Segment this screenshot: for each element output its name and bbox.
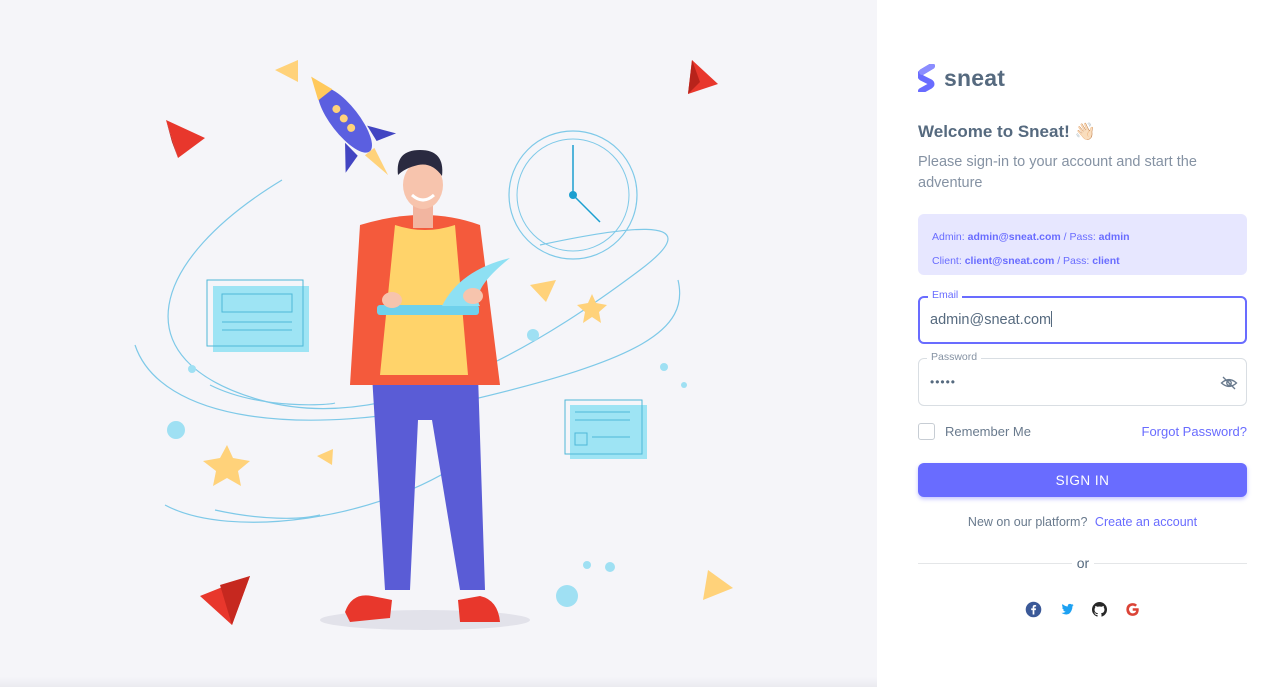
- email-value: admin@sneat.com: [930, 312, 1052, 328]
- sign-in-button[interactable]: SIGN IN: [918, 463, 1247, 497]
- email-input[interactable]: admin@sneat.com: [930, 311, 1053, 328]
- admin-prefix: Admin:: [932, 231, 968, 243]
- password-input[interactable]: •••••: [930, 375, 956, 389]
- signup-prompt: New on our platform? Create an account: [918, 515, 1247, 529]
- divider-label: or: [1072, 555, 1094, 571]
- twitter-icon[interactable]: [1058, 601, 1075, 618]
- admin-pass-separator: / Pass:: [1060, 231, 1099, 243]
- login-panel: sneat Welcome to Sneat! 👋🏻 Please sign-i…: [877, 0, 1280, 687]
- remember-me[interactable]: Remember Me: [918, 423, 1031, 440]
- client-pass-separator: / Pass:: [1054, 255, 1093, 267]
- email-label: Email: [928, 289, 963, 301]
- demo-credentials-alert: Admin: admin@sneat.com / Pass: admin Cli…: [918, 214, 1247, 275]
- facebook-icon[interactable]: [1025, 601, 1042, 618]
- create-account-link[interactable]: Create an account: [1095, 515, 1197, 529]
- google-icon[interactable]: [1124, 601, 1141, 618]
- eye-off-icon[interactable]: [1220, 374, 1238, 392]
- social-login-buttons: [1025, 601, 1141, 618]
- github-icon[interactable]: [1091, 601, 1108, 618]
- welcome-subtitle: Please sign-in to your account and start…: [918, 154, 1197, 191]
- client-pass: client: [1092, 255, 1120, 267]
- client-email: client@sneat.com: [964, 255, 1055, 267]
- remember-me-checkbox[interactable]: [918, 423, 935, 440]
- client-prefix: Client:: [932, 255, 965, 267]
- brand-name: sneat: [944, 64, 1006, 91]
- text-caret: [1051, 311, 1053, 327]
- welcome-title: Welcome to Sneat! 👋🏻: [918, 122, 1096, 141]
- sneat-logo-icon: [918, 64, 935, 92]
- admin-credentials-line: Admin: admin@sneat.com / Pass: admin: [932, 225, 1233, 249]
- illustration-panel: [0, 0, 877, 687]
- remember-me-label: Remember Me: [945, 424, 1031, 439]
- admin-email: admin@sneat.com: [967, 231, 1061, 243]
- password-label: Password: [927, 351, 982, 363]
- forgot-password-link[interactable]: Forgot Password?: [1142, 424, 1248, 439]
- brand-logo[interactable]: sneat: [918, 64, 1005, 92]
- panel-bottom-edge: [0, 677, 877, 687]
- password-field[interactable]: Password •••••: [918, 351, 1247, 406]
- admin-pass: admin: [1098, 231, 1130, 243]
- signup-prompt-text: New on our platform?: [967, 515, 1088, 529]
- email-field[interactable]: Email admin@sneat.com: [918, 289, 1247, 344]
- boy-with-rocket-illustration: [134, 60, 733, 630]
- client-credentials-line: Client: client@sneat.com / Pass: client: [932, 249, 1233, 273]
